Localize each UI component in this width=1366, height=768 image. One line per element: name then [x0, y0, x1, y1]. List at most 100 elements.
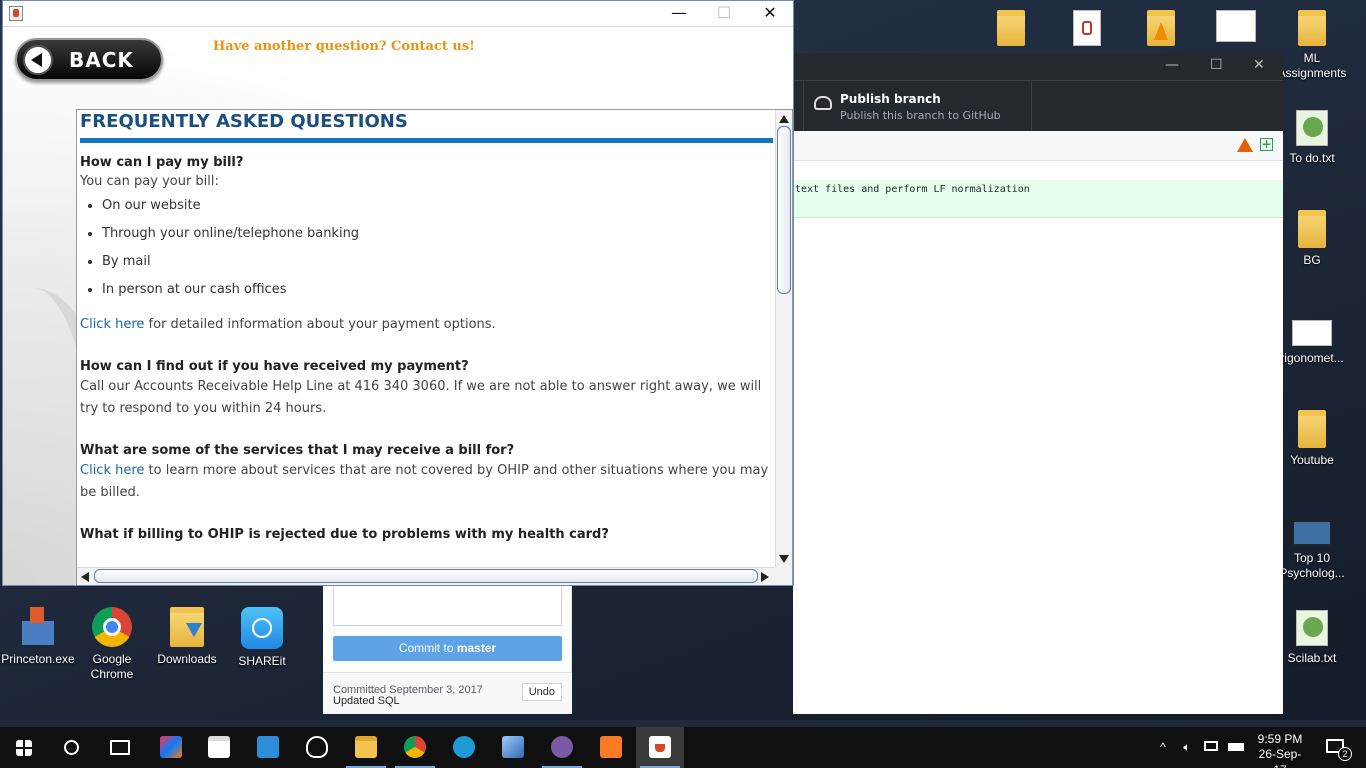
desktop-icon-label: SHAREit [238, 654, 286, 668]
close-icon[interactable]: ✕ [1253, 57, 1265, 73]
film-strip-icon [257, 736, 279, 758]
chrome-icon [404, 736, 426, 758]
taskbar-file-explorer[interactable] [342, 727, 390, 768]
contact-us-link[interactable]: Have another question? Contact us! [213, 39, 475, 54]
faq-answer-1-link-line: Click here for detailed information abou… [80, 314, 775, 336]
desktop-icon-label: Google Chrome [90, 652, 134, 681]
taskbar-speedtest[interactable] [440, 727, 488, 768]
desktop-icon-scilab[interactable]: Scilab.txt [1271, 610, 1353, 666]
desktop-icon-trigonometry[interactable]: rigonomet... [1271, 320, 1353, 366]
back-button[interactable]: BACK [15, 38, 163, 81]
iheartradio-icon [306, 736, 328, 758]
clock-time: 9:59 PM [1257, 732, 1303, 746]
commit-description-input[interactable] [333, 586, 562, 626]
list-item: On our website [102, 192, 775, 220]
undo-button[interactable]: Undo [521, 683, 562, 701]
clock-date: 26-Sep-17 [1258, 747, 1302, 768]
chrome-icon [92, 607, 132, 647]
show-hidden-icons-chevron-icon[interactable]: ^ [1154, 727, 1172, 768]
github-cat-icon [551, 736, 573, 758]
maximize-button[interactable]: ☐ [701, 1, 747, 27]
notification-count-badge: 2 [1338, 747, 1352, 761]
desktop-icon-label: Top 10 Psycholog... [1279, 551, 1345, 580]
network-icon[interactable] [1202, 727, 1222, 768]
commit-branch-name: master [456, 641, 497, 655]
faq-answer-2: Call our Accounts Receivable Help Line a… [80, 379, 762, 416]
start-button[interactable] [0, 727, 48, 768]
installer-icon [18, 607, 58, 647]
desktop-icon-todo[interactable]: To do.txt [1271, 110, 1353, 166]
desktop-icon-ml-assignments[interactable]: ML Assignments [1271, 10, 1353, 81]
desktop-pdf-icon[interactable] [1046, 10, 1128, 51]
taskbar-xampp[interactable] [587, 727, 635, 768]
virtualbox-cube-icon [502, 736, 524, 758]
github-toolbar: Publish branch Publish this branch to Gi… [793, 80, 1283, 132]
faq-answer-3: Click here to learn more about services … [80, 460, 775, 504]
java-app-icon [9, 6, 23, 21]
diff-line: text files and perform LF normalization [793, 180, 1283, 218]
publish-branch-button[interactable]: Publish branch Publish this branch to Gi… [803, 81, 1032, 132]
desktop-icon-top10[interactable]: Top 10 Psycholog... [1271, 520, 1353, 581]
faq-heading: FREQUENTLY ASKED QUESTIONS [80, 111, 408, 132]
volume-icon[interactable]: 🔈︎ [1178, 727, 1196, 768]
taskbar: ^ 🔈︎ 9:59 PM 26-Sep-17 2 [0, 727, 1366, 768]
clock[interactable]: 9:59 PM 26-Sep-17 [1252, 727, 1308, 768]
faq-window: — ☐ ✕ BACK Have another question? Contac… [2, 0, 794, 586]
video-file-icon [1292, 520, 1332, 546]
minimize-icon[interactable]: — [1165, 57, 1179, 73]
vertical-scrollbar[interactable] [775, 110, 792, 568]
task-view-button[interactable] [96, 727, 144, 768]
taskbar-store[interactable] [195, 727, 243, 768]
scroll-up-icon[interactable] [779, 115, 789, 123]
file-explorer-icon [355, 736, 377, 758]
taskbar-intellij[interactable] [147, 727, 195, 768]
link-description: to learn more about services that are no… [80, 463, 769, 500]
back-button-label: BACK [69, 48, 134, 72]
folder-icon [1298, 210, 1326, 248]
taskbar-github[interactable] [538, 727, 586, 768]
desktop-folder-icon-1[interactable] [970, 10, 1052, 51]
desktop-icon-chrome[interactable]: Google Chrome [71, 607, 153, 682]
desktop-icon-shareit[interactable]: SHAREit [221, 607, 303, 669]
horizontal-scroll-thumb[interactable] [94, 569, 758, 583]
desktop-icon-bg[interactable]: BG [1271, 210, 1353, 268]
wifi-icon [453, 736, 475, 758]
battery-icon[interactable] [1226, 727, 1246, 768]
desktop-icon-princeton[interactable]: Princeton.exe [0, 607, 79, 667]
vertical-scroll-thumb[interactable] [777, 126, 791, 294]
taskbar-iheart[interactable] [293, 727, 341, 768]
desktop-icon-label: Downloads [157, 652, 217, 666]
scroll-down-icon[interactable] [779, 555, 789, 563]
desktop-document-thumbnail-icon[interactable] [1195, 10, 1277, 47]
faq-question-1: How can I pay my bill? [80, 155, 244, 170]
faq-window-titlebar: — ☐ ✕ [3, 1, 793, 27]
warning-icon [1237, 138, 1253, 152]
desktop-vlc-folder-icon[interactable] [1120, 10, 1202, 51]
github-titlebar: — ☐ ✕ [793, 53, 1283, 80]
scroll-left-icon[interactable] [81, 572, 89, 582]
commit-button[interactable]: Commit to master [333, 636, 562, 661]
taskbar-chrome[interactable] [391, 727, 439, 768]
commit-button-label: Commit to [398, 641, 457, 655]
action-center-button[interactable]: 2 [1318, 727, 1358, 768]
desktop-icon-youtube[interactable]: Youtube [1271, 410, 1353, 468]
taskbar-java[interactable] [636, 727, 684, 768]
scroll-right-icon[interactable] [761, 572, 769, 582]
uninsured-services-link[interactable]: Click here [80, 463, 144, 478]
payment-options-link[interactable]: Click here [80, 317, 144, 332]
search-button[interactable] [48, 727, 96, 768]
maximize-icon[interactable]: ☐ [1210, 57, 1223, 73]
diff-header: + [793, 131, 1283, 161]
faq-question-2: How can I find out if you have received … [80, 359, 469, 374]
horizontal-scrollbar[interactable] [77, 567, 775, 585]
intellij-icon [160, 736, 182, 758]
taskbar-virtualbox[interactable] [489, 727, 537, 768]
minimize-button[interactable]: — [656, 1, 702, 27]
desktop-icon-downloads[interactable]: Downloads [146, 607, 228, 667]
xampp-icon [600, 736, 622, 758]
faq-content: FREQUENTLY ASKED QUESTIONS How can I pay… [77, 110, 775, 568]
desktop-icon-label: Princeton.exe [1, 652, 75, 666]
faq-html-pane: FREQUENTLY ASKED QUESTIONS How can I pay… [76, 109, 793, 585]
close-button[interactable]: ✕ [747, 1, 793, 27]
taskbar-video-editor[interactable] [244, 727, 292, 768]
